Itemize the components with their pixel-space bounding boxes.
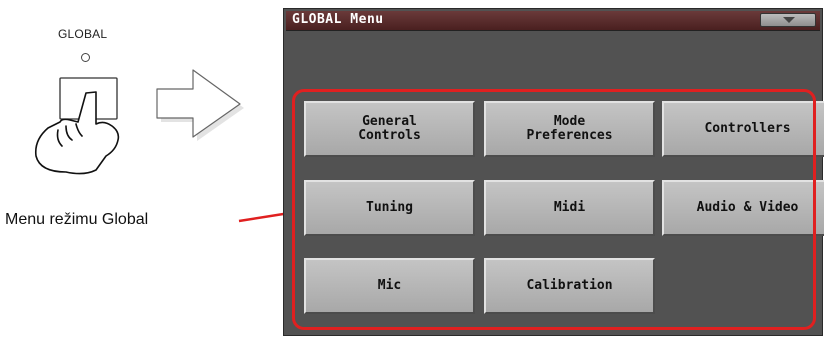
menu-dropdown-icon [783, 17, 795, 23]
title-bar: GLOBAL Menu [286, 11, 820, 31]
screen-title: GLOBAL Menu [292, 12, 384, 27]
highlight-frame [292, 89, 816, 330]
page-menu-button[interactable] [760, 13, 816, 27]
